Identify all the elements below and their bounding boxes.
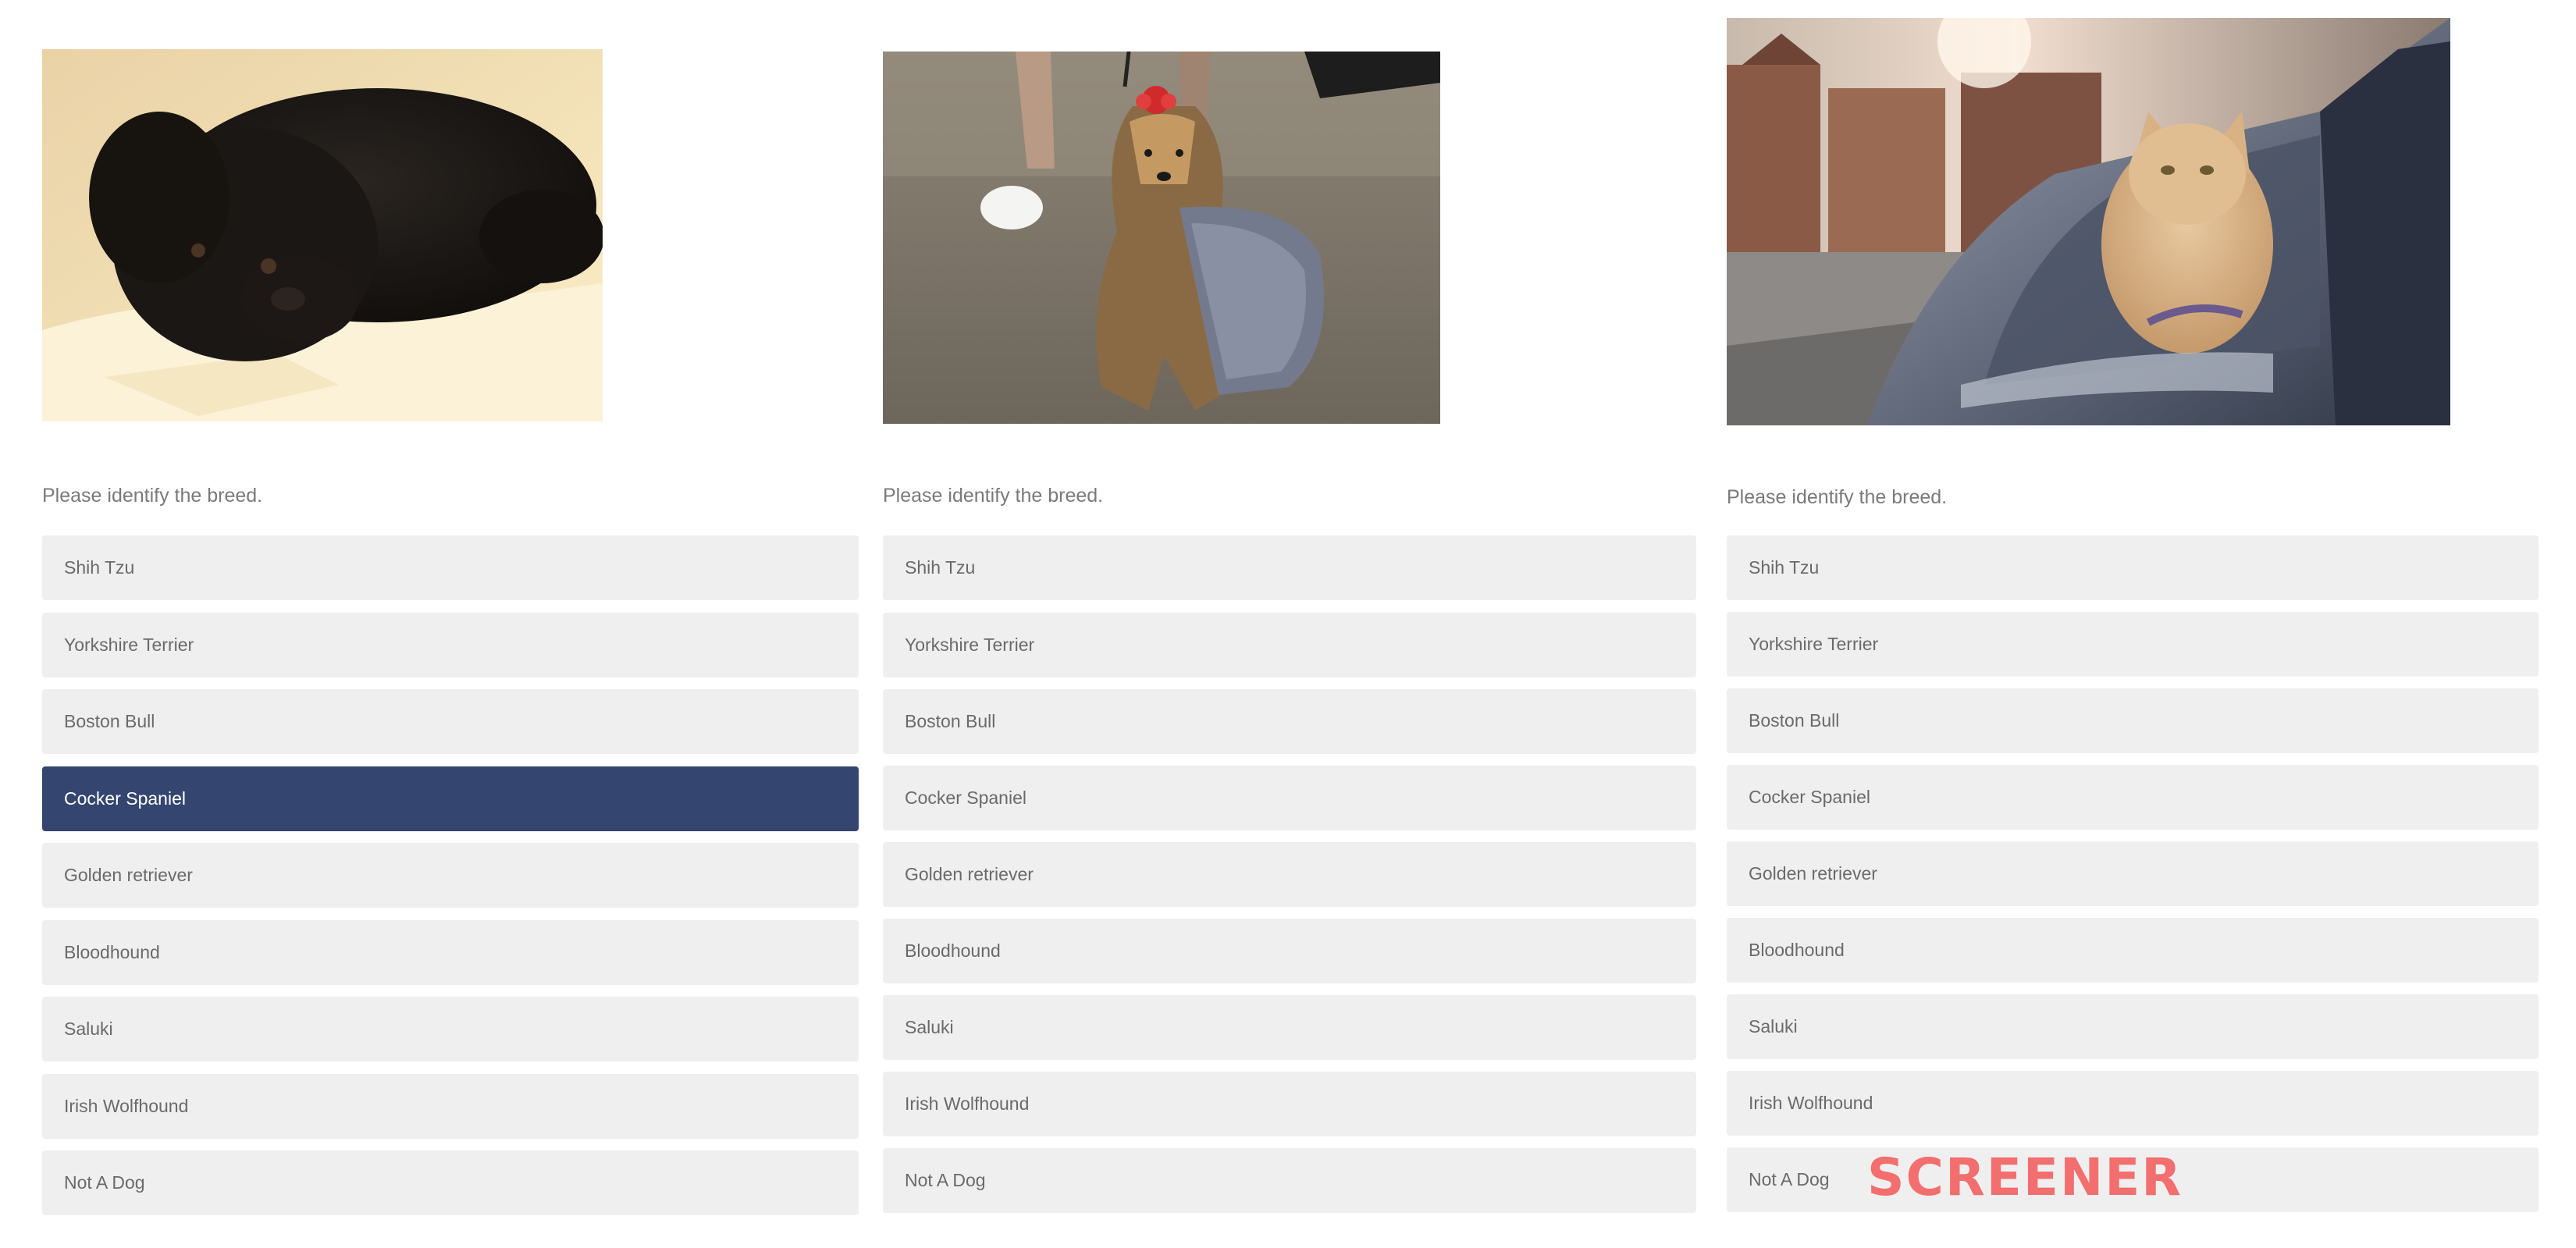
puppy-photo [42, 49, 603, 421]
option-cocker-spaniel[interactable]: Cocker Spaniel [1727, 765, 2539, 830]
option-boston-bull[interactable]: Boston Bull [1727, 688, 2539, 753]
option-irish-wolfhound[interactable]: Irish Wolfhound [883, 1072, 1696, 1136]
option-bloodhound[interactable]: Bloodhound [883, 919, 1696, 983]
question-column-3: Please identify the breed. Shih Tzu York… [1727, 0, 2539, 1248]
option-golden-retriever[interactable]: Golden retriever [1727, 841, 2539, 906]
option-not-a-dog[interactable]: Not A Dog [883, 1148, 1696, 1213]
question-column-1: Please identify the breed. Shih Tzu York… [42, 0, 859, 1248]
option-saluki[interactable]: Saluki [1727, 994, 2539, 1059]
option-boston-bull[interactable]: Boston Bull [883, 689, 1696, 754]
option-golden-retriever[interactable]: Golden retriever [883, 842, 1696, 907]
option-saluki[interactable]: Saluki [883, 995, 1696, 1060]
option-boston-bull[interactable]: Boston Bull [42, 689, 859, 754]
option-cocker-spaniel[interactable]: Cocker Spaniel [883, 766, 1696, 830]
option-golden-retriever[interactable]: Golden retriever [42, 843, 859, 908]
cat-in-car-photo [1727, 18, 2450, 425]
option-shih-tzu[interactable]: Shih Tzu [42, 535, 859, 600]
question-prompt: Please identify the breed. [42, 485, 263, 507]
option-irish-wolfhound[interactable]: Irish Wolfhound [1727, 1071, 2539, 1136]
question-column-2: Please identify the breed. Shih Tzu York… [883, 0, 1696, 1248]
option-bloodhound[interactable]: Bloodhound [42, 920, 859, 985]
option-bloodhound[interactable]: Bloodhound [1727, 918, 2539, 983]
option-shih-tzu[interactable]: Shih Tzu [883, 535, 1696, 600]
question-prompt: Please identify the breed. [1727, 486, 1948, 508]
option-yorkshire-terrier[interactable]: Yorkshire Terrier [883, 613, 1696, 677]
screener-watermark: SCREENER [1867, 1147, 2183, 1207]
option-cocker-spaniel-selected[interactable]: Cocker Spaniel [42, 766, 859, 831]
option-yorkshire-terrier[interactable]: Yorkshire Terrier [1727, 612, 2539, 677]
option-not-a-dog[interactable]: Not A Dog [42, 1150, 859, 1215]
question-prompt: Please identify the breed. [883, 485, 1104, 507]
yorkie-photo [883, 52, 1440, 424]
option-yorkshire-terrier[interactable]: Yorkshire Terrier [42, 613, 859, 677]
option-saluki[interactable]: Saluki [42, 997, 859, 1061]
option-shih-tzu[interactable]: Shih Tzu [1727, 535, 2539, 600]
option-irish-wolfhound[interactable]: Irish Wolfhound [42, 1074, 859, 1139]
